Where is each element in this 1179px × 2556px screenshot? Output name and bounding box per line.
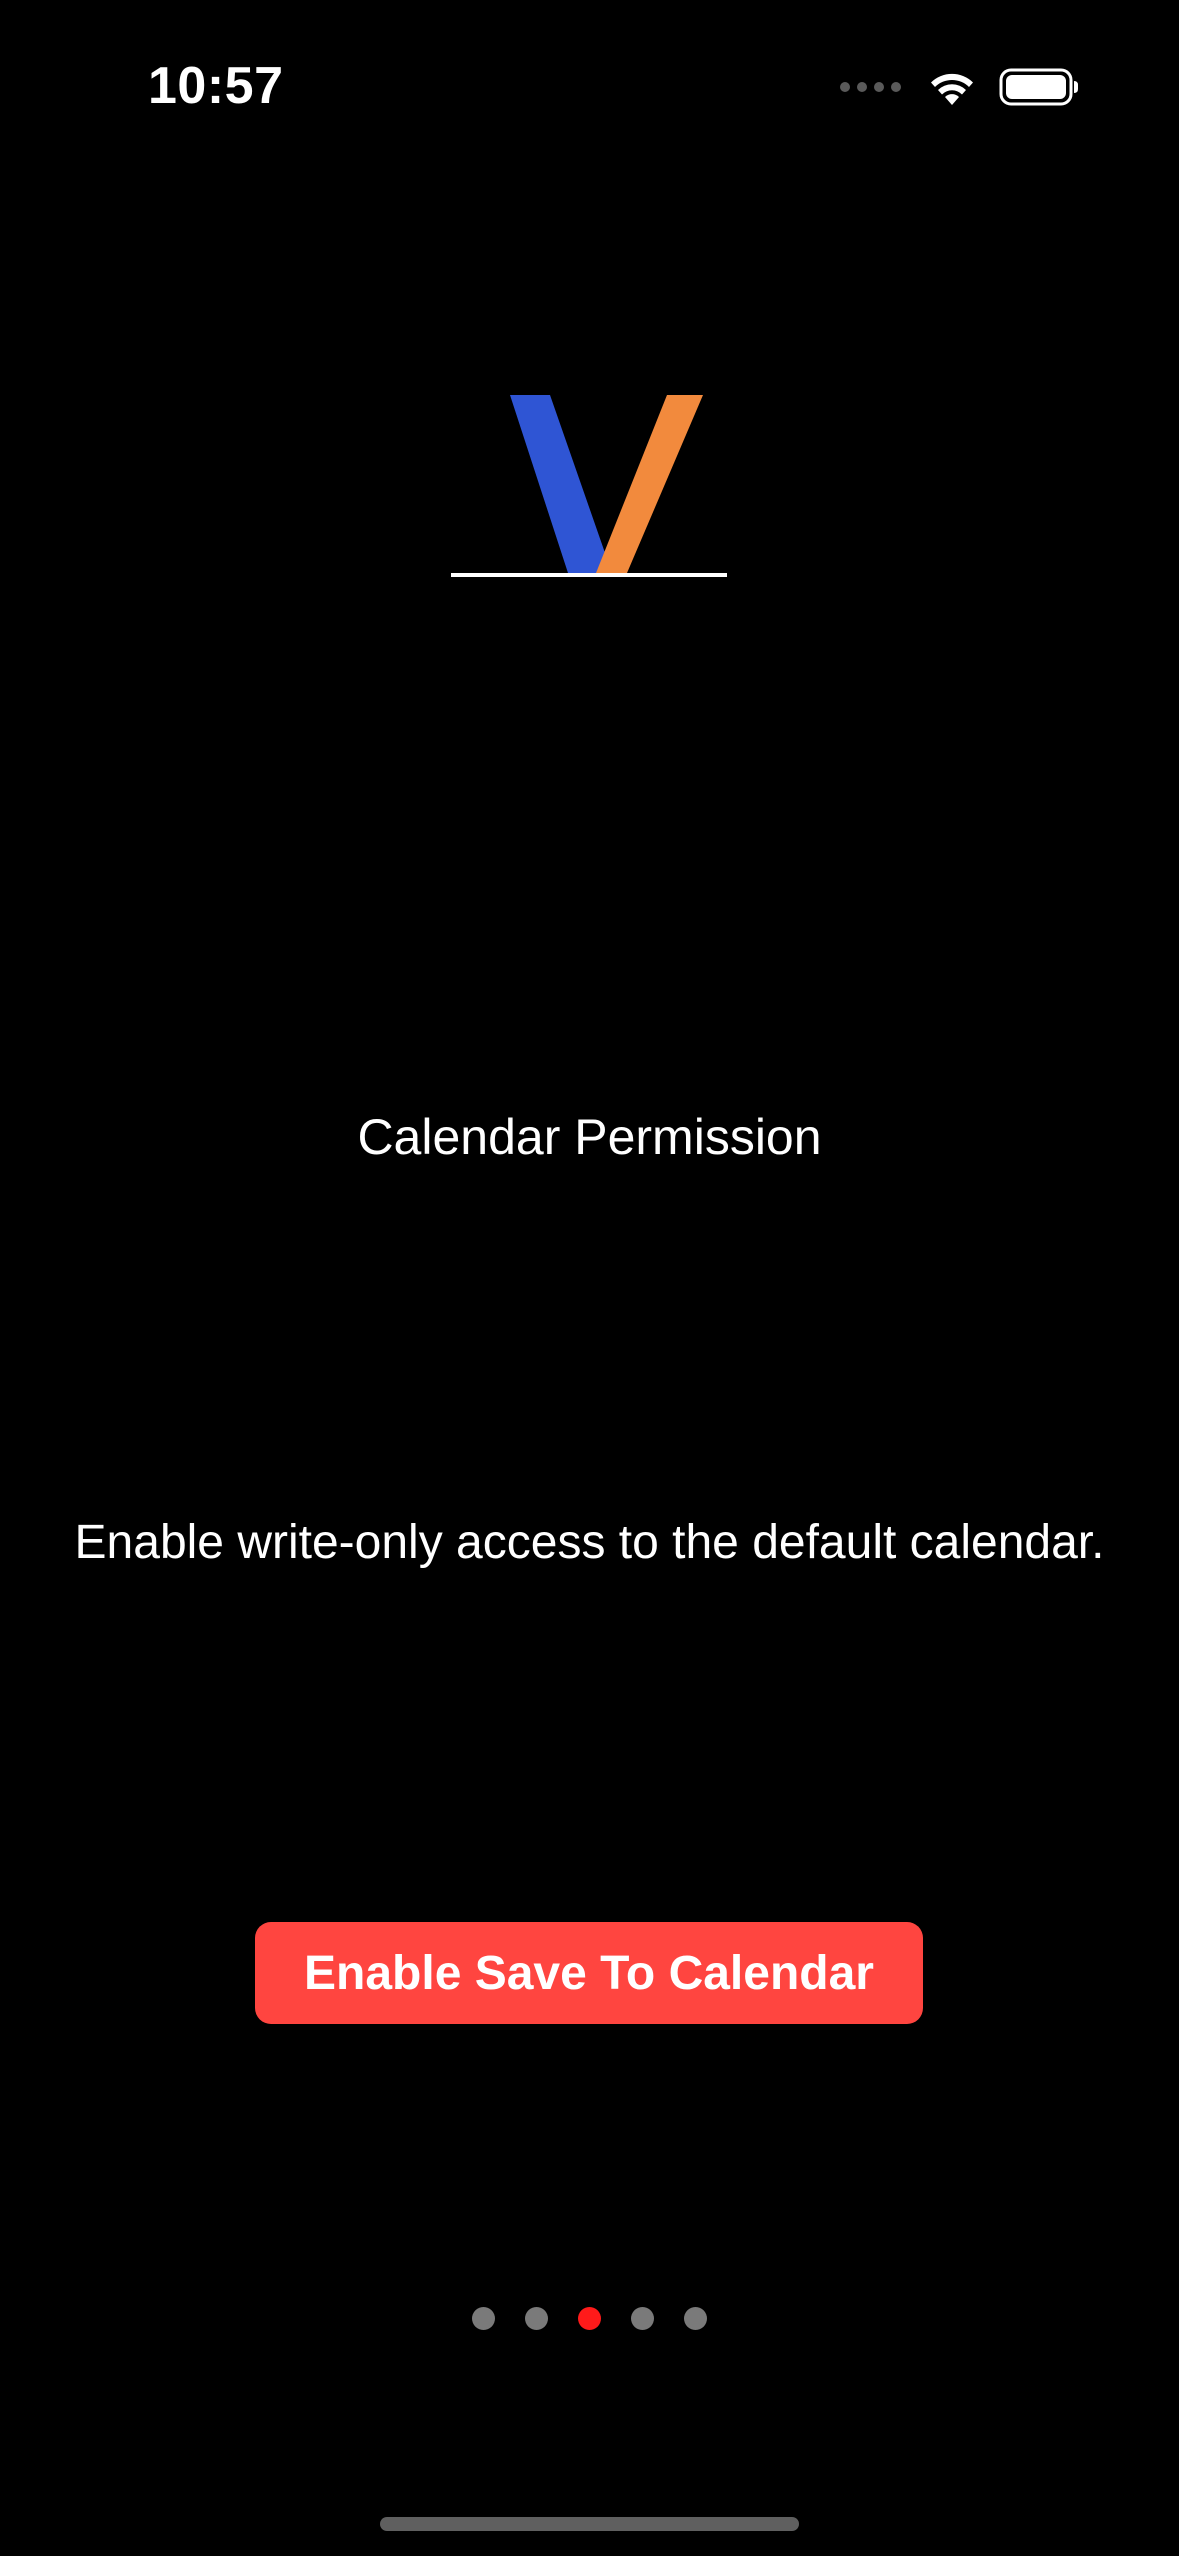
permission-description: Enable write-only access to the default … bbox=[74, 1516, 1105, 1569]
status-icons bbox=[840, 64, 1079, 110]
status-time: 10:57 bbox=[148, 57, 284, 115]
page-indicator[interactable] bbox=[0, 2307, 1179, 2330]
page-title: Calendar Permission bbox=[357, 1109, 822, 1165]
page-dot-4[interactable] bbox=[631, 2307, 654, 2330]
battery-icon bbox=[999, 68, 1078, 106]
page-dot-2[interactable] bbox=[525, 2307, 548, 2330]
page-dot-3-active[interactable] bbox=[578, 2307, 601, 2330]
home-indicator[interactable] bbox=[380, 2517, 799, 2531]
cellular-signal-icon bbox=[840, 82, 901, 92]
enable-save-to-calendar-button[interactable]: Enable Save To Calendar bbox=[255, 1922, 923, 2024]
wifi-icon bbox=[931, 73, 973, 105]
page-dot-5[interactable] bbox=[684, 2307, 707, 2330]
v-logo-icon bbox=[451, 395, 727, 577]
page-dot-1[interactable] bbox=[472, 2307, 495, 2330]
